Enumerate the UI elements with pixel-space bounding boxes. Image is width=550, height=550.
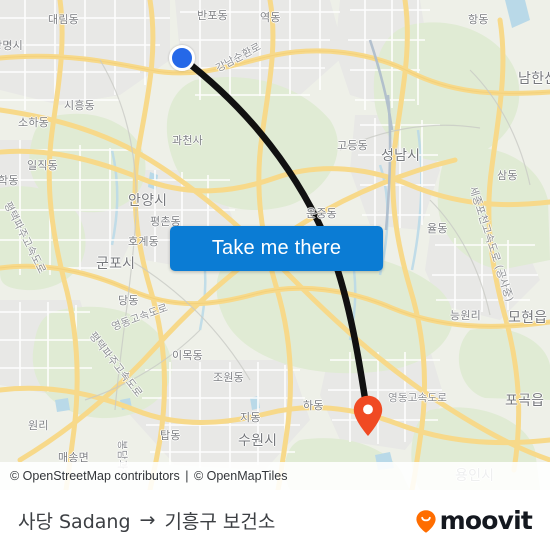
map-pin-icon — [353, 395, 383, 436]
route-destination-label: 기흥구 보건소 — [164, 511, 276, 533]
take-me-there-button[interactable]: Take me there — [170, 226, 383, 271]
moovit-logo[interactable]: moovit — [413, 506, 533, 535]
attribution-separator: | — [185, 469, 189, 483]
moovit-pin-icon — [415, 509, 436, 532]
moovit-wordmark: moovit — [439, 506, 533, 535]
attribution-tiles[interactable]: © OpenMapTiles — [194, 469, 288, 483]
route-origin-label: 사당 Sadang — [18, 511, 131, 533]
moovit-route-screen: 대림동반포동역동항동광명시강남순환로남한산시흥동소하동과천사고등동성남시일직동학… — [0, 0, 550, 550]
footer-bar: 사당 Sadang → 기흥구 보건소 moovit — [0, 490, 550, 550]
attribution-osm[interactable]: © OpenStreetMap contributors — [10, 469, 180, 483]
route-summary: 사당 Sadang → 기흥구 보건소 — [18, 507, 275, 534]
map-canvas[interactable]: 대림동반포동역동항동광명시강남순환로남한산시흥동소하동과천사고등동성남시일직동학… — [0, 0, 550, 490]
map-attribution: © OpenStreetMap contributors | © OpenMap… — [0, 462, 550, 490]
origin-marker-sadang[interactable] — [169, 45, 195, 71]
arrow-right-icon: → — [139, 509, 156, 531]
destination-marker-giheung[interactable] — [353, 395, 383, 437]
